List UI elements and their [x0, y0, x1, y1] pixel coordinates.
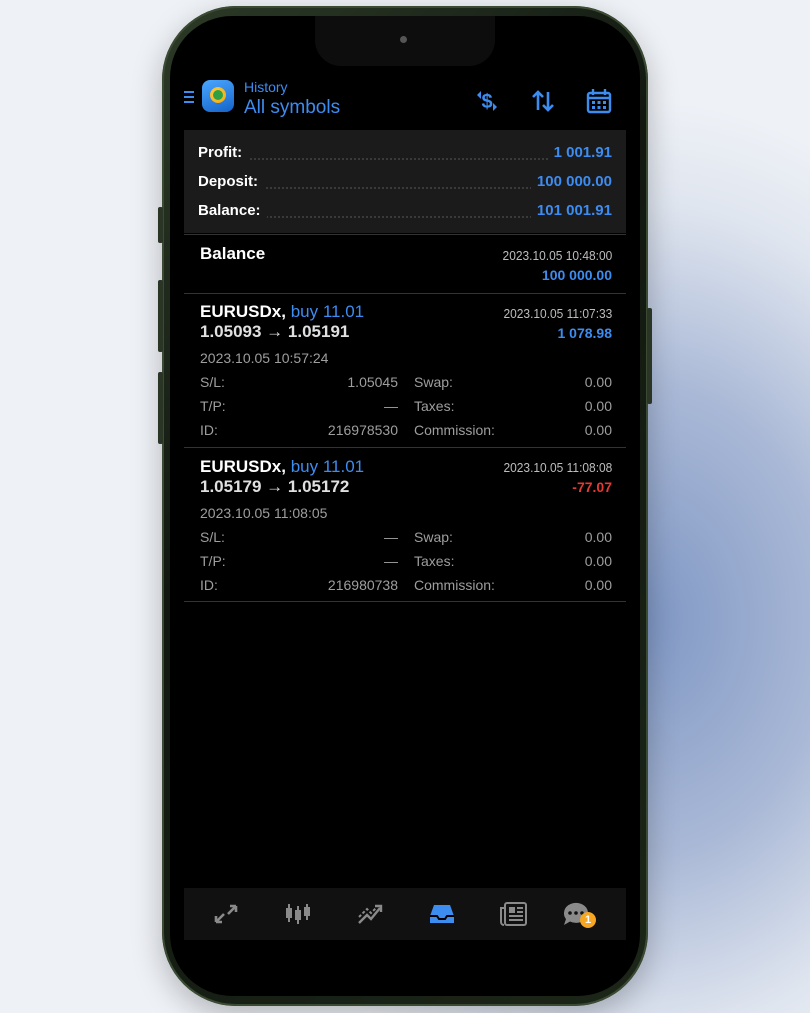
commission-value: 0.00: [584, 577, 612, 593]
id-label: ID:: [200, 577, 218, 593]
balance-value: 101 001.91: [530, 202, 612, 219]
divider: [184, 601, 626, 602]
news-icon[interactable]: [498, 898, 530, 930]
commission-label: Commission:: [414, 577, 495, 593]
taxes-label: Taxes:: [414, 398, 455, 414]
camera: [400, 36, 407, 43]
sl-value: —: [384, 529, 398, 545]
swap-label: Swap:: [414, 374, 453, 390]
profit-value: 1 001.91: [547, 144, 612, 161]
trade-open-time: 2023.10.05 10:57:24: [200, 350, 329, 366]
trade-symbol: EURUSDx,: [200, 457, 286, 476]
trade-close-time: 2023.10.05 11:08:08: [503, 460, 612, 475]
swap-value: 0.00: [584, 374, 612, 390]
taxes-value: 0.00: [584, 398, 612, 414]
header-title[interactable]: All symbols: [244, 97, 340, 119]
calendar-icon[interactable]: [584, 86, 614, 116]
taxes-value: 0.00: [584, 553, 612, 569]
summary-panel: Profit: 1 001.91 Deposit: 100 000.00 Bal…: [184, 130, 626, 233]
dollar-swap-icon[interactable]: $: [472, 86, 502, 116]
chat-icon[interactable]: 1: [560, 898, 596, 930]
trade-symbol-line: EURUSDx, buy 11.01: [200, 302, 364, 322]
trade-symbol-line: EURUSDx, buy 11.01: [200, 457, 364, 477]
commission-label: Commission:: [414, 422, 495, 438]
balance-label: Balance:: [198, 202, 267, 219]
trade-open-time: 2023.10.05 11:08:05: [200, 505, 328, 521]
trade-close-time: 2023.10.05 11:07:33: [503, 306, 612, 321]
balance-row: Balance: 101 001.91: [198, 202, 612, 224]
trade-symbol: EURUSDx,: [200, 302, 286, 321]
header-subtitle: History: [244, 79, 288, 95]
side-button-mute: [158, 207, 163, 243]
swap-value: 0.00: [584, 529, 612, 545]
history-icon[interactable]: [426, 898, 458, 930]
chart-icon[interactable]: [282, 898, 314, 930]
svg-text:$: $: [481, 91, 492, 113]
trade-side: buy 11.01: [290, 302, 365, 321]
sl-label: S/L:: [200, 529, 225, 545]
tp-value: —: [384, 553, 398, 569]
id-label: ID:: [200, 422, 218, 438]
balance-entry-datetime: 2023.10.05 10:48:00: [502, 248, 612, 263]
commission-value: 0.00: [584, 422, 612, 438]
profit-label: Profit:: [198, 144, 249, 161]
tp-label: T/P:: [200, 398, 226, 414]
divider: [184, 447, 626, 448]
bottom-tab-bar: 1: [184, 888, 626, 940]
tp-label: T/P:: [200, 553, 226, 569]
id-value: 216980738: [327, 577, 398, 593]
menu-icon[interactable]: [184, 91, 194, 105]
trade-icon[interactable]: [354, 898, 386, 930]
metatrader-logo[interactable]: [202, 80, 234, 112]
trade-profit: 1 078.98: [557, 325, 613, 341]
trade-prices: 1.05093 → 1.05191: [200, 322, 350, 341]
phone-screen: History All symbols $ Profit: 1 001.91 D…: [170, 16, 640, 996]
swap-label: Swap:: [414, 529, 453, 545]
profit-row: Profit: 1 001.91: [198, 144, 612, 166]
divider: [184, 293, 626, 294]
chat-badge: 1: [580, 912, 596, 928]
side-button-volume-down: [158, 372, 163, 444]
balance-entry-amount: 100 000.00: [541, 267, 612, 283]
app-header: History All symbols $: [170, 76, 640, 128]
id-value: 216978530: [327, 422, 398, 438]
deposit-label: Deposit:: [198, 173, 264, 190]
deposit-row: Deposit: 100 000.00: [198, 173, 612, 195]
trade-side: buy 11.01: [290, 457, 365, 476]
taxes-label: Taxes:: [414, 553, 455, 569]
trade-profit: -77.07: [572, 479, 612, 495]
trade-prices: 1.05179 → 1.05172: [200, 477, 350, 496]
divider: [184, 234, 626, 235]
sl-label: S/L:: [200, 374, 225, 390]
deposit-value: 100 000.00: [530, 173, 612, 190]
sort-icon[interactable]: [528, 86, 558, 116]
quotes-icon[interactable]: [210, 898, 242, 930]
sl-value: 1.05045: [347, 374, 398, 390]
balance-entry-title: Balance: [200, 244, 266, 263]
notch: [315, 16, 495, 66]
tp-value: —: [384, 398, 398, 414]
side-button-power: [647, 308, 652, 404]
side-button-volume-up: [158, 280, 163, 352]
